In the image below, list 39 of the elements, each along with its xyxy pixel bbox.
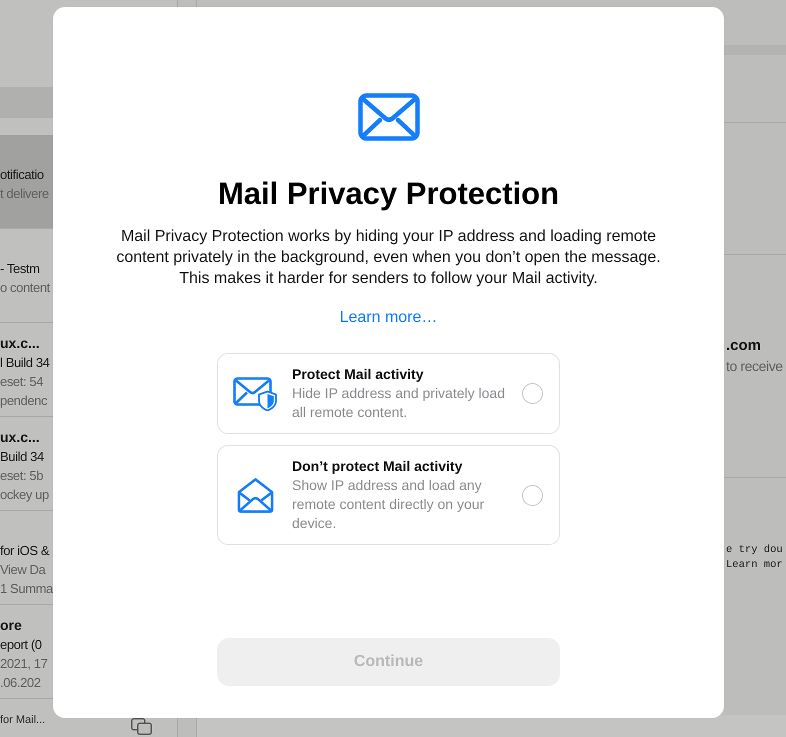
- sender-name: ux.c...: [0, 428, 40, 447]
- radio-button[interactable]: [522, 484, 543, 506]
- squares-icon[interactable]: [131, 718, 152, 735]
- message-preview: pendenc: [0, 392, 48, 410]
- message-body-text: e try dou: [726, 543, 783, 558]
- message-preview: 1 Summa: [0, 580, 53, 598]
- envelope-shield-icon: [233, 376, 277, 410]
- radio-button[interactable]: [522, 383, 543, 404]
- option-description: Hide IP address and privately load all remote content.: [292, 384, 506, 422]
- message-subject: Build 34: [0, 448, 44, 466]
- message-subject: eport (0: [0, 636, 42, 654]
- message-preview: 2021, 17: [0, 655, 48, 673]
- dialog-title: Mail Privacy Protection: [218, 176, 560, 212]
- learn-more-link[interactable]: Learn more…: [340, 308, 438, 328]
- message-preview: eset: 54: [0, 373, 44, 391]
- option-description: Show IP address and load any remote content directly on your device.: [292, 476, 486, 533]
- option-card[interactable]: Don’t protect Mail activity Show IP address and load any remote content directly on your device.: [217, 445, 560, 545]
- message-subject: - Testm: [0, 260, 40, 278]
- envelope-icon: [358, 93, 420, 141]
- message-preview: eset: 5b: [0, 467, 44, 485]
- message-subject: for iOS &: [0, 542, 50, 560]
- message-subject: l Build 34: [0, 354, 50, 372]
- message-preview: View Da: [0, 561, 46, 579]
- message-preview: ockey up: [0, 486, 49, 504]
- sender-name: .com: [726, 336, 762, 356]
- status-text: for Mail...: [0, 713, 46, 727]
- dialog-description: Mail Privacy Protection works by hiding your IP address and loading remote content privately in the background, even when you don’t open the message. This makes it harder for senders to follow your Mail activity.: [115, 227, 662, 289]
- message-preview: o content: [0, 279, 50, 297]
- option-title: Don’t protect Mail activity: [292, 457, 464, 476]
- message-preview: .06.202: [0, 674, 41, 692]
- option-title: Protect Mail activity: [292, 365, 424, 384]
- sender-name: ore: [0, 616, 22, 635]
- message-preview: to receive: [726, 357, 783, 376]
- open-envelope-icon: [236, 476, 274, 514]
- sender-name: ux.c...: [0, 334, 40, 353]
- message-body-text: Learn mor: [726, 558, 783, 573]
- message-subject: otificatio: [0, 166, 44, 184]
- option-card[interactable]: Protect Mail activity Hide IP address and privately load all remote content.: [217, 353, 560, 434]
- message-preview: t delivere: [0, 185, 49, 203]
